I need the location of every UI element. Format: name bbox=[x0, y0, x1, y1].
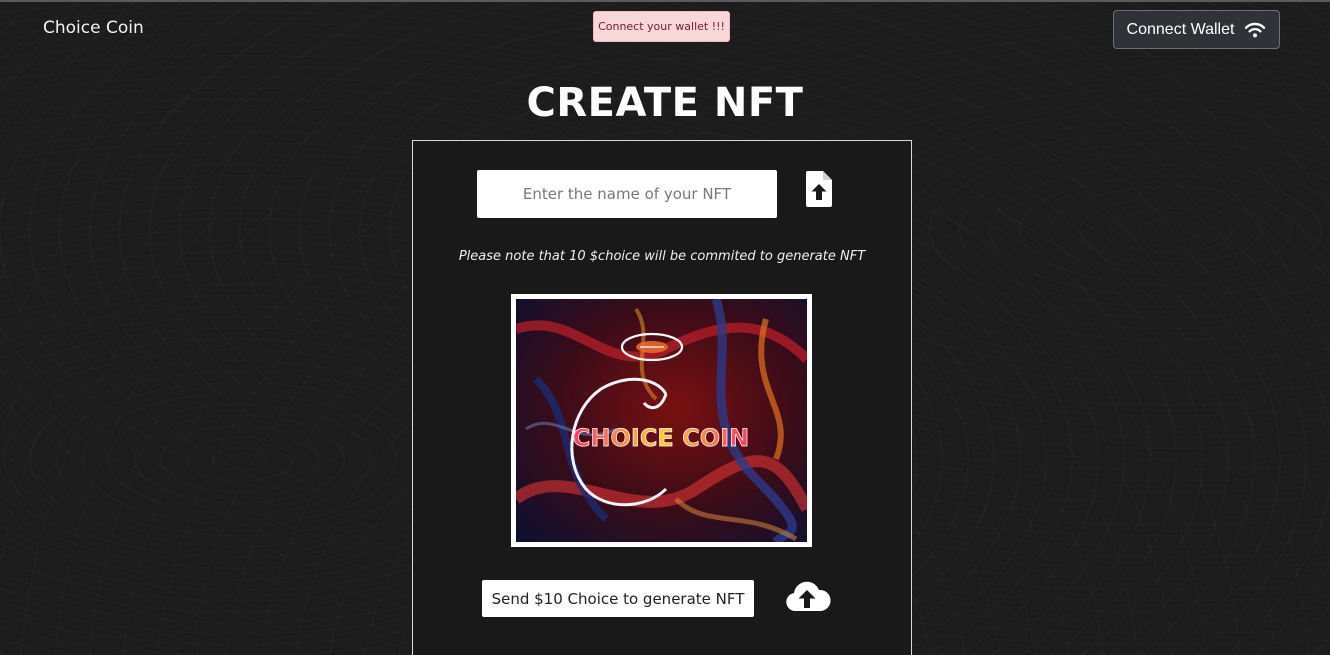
page-title: CREATE NFT bbox=[526, 80, 804, 126]
wifi-icon bbox=[1245, 22, 1266, 37]
send-choice-button[interactable]: Send $10 Choice to generate NFT bbox=[482, 580, 754, 617]
connect-wallet-button[interactable]: Connect Wallet bbox=[1113, 10, 1280, 49]
file-upload-icon[interactable] bbox=[804, 170, 834, 208]
connect-wallet-label: Connect Wallet bbox=[1126, 20, 1235, 38]
nft-name-input[interactable] bbox=[477, 170, 777, 218]
brand-name[interactable]: Choice Coin bbox=[43, 18, 144, 38]
nft-preview-image: CHOICE COIN bbox=[516, 299, 807, 542]
wallet-alert-toast: Connect your wallet !!! bbox=[593, 11, 730, 42]
cloud-upload-icon[interactable] bbox=[783, 579, 831, 615]
page: Choice Coin Connect your wallet !!! Conn… bbox=[0, 0, 1330, 655]
nft-preview-frame: CHOICE COIN bbox=[511, 294, 812, 547]
create-nft-panel: Please note that 10 $choice will be comm… bbox=[412, 140, 912, 655]
commitment-note: Please note that 10 $choice will be comm… bbox=[458, 249, 866, 264]
nft-image-caption: CHOICE COIN bbox=[573, 424, 749, 452]
